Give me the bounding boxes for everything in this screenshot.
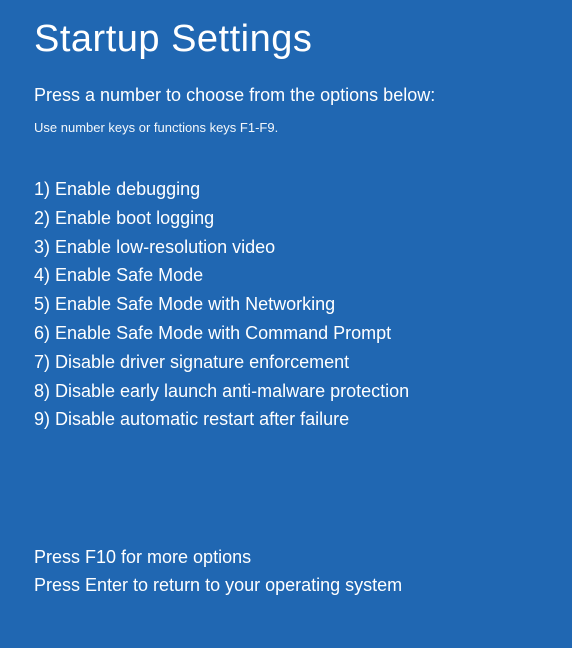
option-6[interactable]: 6) Enable Safe Mode with Command Prompt: [34, 319, 538, 348]
option-5[interactable]: 5) Enable Safe Mode with Networking: [34, 290, 538, 319]
key-hint: Use number keys or functions keys F1-F9.: [34, 120, 538, 135]
option-6-num: 6: [34, 323, 44, 343]
option-9-label: Disable automatic restart after failure: [55, 409, 349, 429]
return-hint: Press Enter to return to your operating …: [34, 572, 538, 600]
option-7-label: Disable driver signature enforcement: [55, 352, 349, 372]
option-3[interactable]: 3) Enable low-resolution video: [34, 233, 538, 262]
option-2[interactable]: 2) Enable boot logging: [34, 204, 538, 233]
option-8-num: 8: [34, 381, 44, 401]
option-4[interactable]: 4) Enable Safe Mode: [34, 261, 538, 290]
option-8-label: Disable early launch anti-malware protec…: [55, 381, 409, 401]
option-4-num: 4: [34, 265, 44, 285]
more-options-hint: Press F10 for more options: [34, 544, 538, 572]
option-2-label: Enable boot logging: [55, 208, 214, 228]
option-8[interactable]: 8) Disable early launch anti-malware pro…: [34, 377, 538, 406]
option-5-label: Enable Safe Mode with Networking: [55, 294, 335, 314]
option-1-label: Enable debugging: [55, 179, 200, 199]
option-2-num: 2: [34, 208, 44, 228]
option-5-num: 5: [34, 294, 44, 314]
option-9[interactable]: 9) Disable automatic restart after failu…: [34, 405, 538, 434]
option-3-label: Enable low-resolution video: [55, 237, 275, 257]
option-6-label: Enable Safe Mode with Command Prompt: [55, 323, 391, 343]
option-3-num: 3: [34, 237, 44, 257]
option-1-num: 1: [34, 179, 44, 199]
option-7-num: 7: [34, 352, 44, 372]
startup-options-list: 1) Enable debugging 2) Enable boot loggi…: [34, 175, 538, 434]
option-4-label: Enable Safe Mode: [55, 265, 203, 285]
page-title: Startup Settings: [34, 18, 538, 61]
options-prompt: Press a number to choose from the option…: [34, 85, 538, 106]
option-1[interactable]: 1) Enable debugging: [34, 175, 538, 204]
option-9-num: 9: [34, 409, 44, 429]
option-7[interactable]: 7) Disable driver signature enforcement: [34, 348, 538, 377]
